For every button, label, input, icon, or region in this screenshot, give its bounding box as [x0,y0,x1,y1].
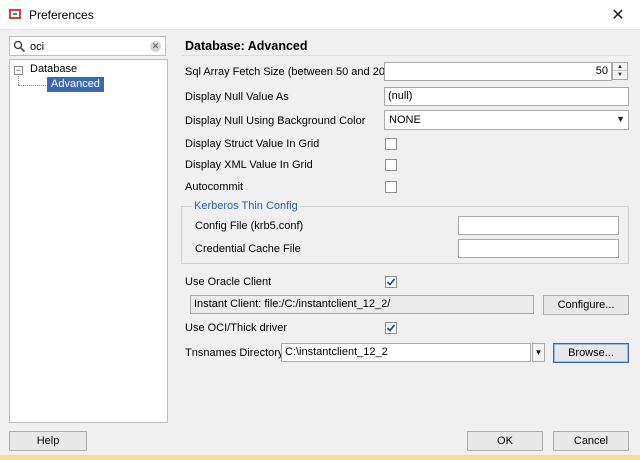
collapse-icon[interactable]: − [14,66,23,75]
title-bar: Preferences ✕ [0,0,640,30]
taskbar-strip [0,455,640,460]
tree-item-advanced[interactable]: Advanced [47,77,104,92]
search-icon [13,40,26,53]
tree-connector [18,76,19,85]
help-button[interactable]: Help [9,431,87,451]
oracle-client-checkbox[interactable] [385,276,397,288]
null-bg-value: NONE [389,114,421,126]
null-bg-label: Display Null Using Background Color [185,115,366,127]
tree-item-database[interactable]: Database [30,63,77,75]
struct-grid-checkbox[interactable] [385,138,397,150]
autocommit-label: Autocommit [185,181,244,193]
instant-client-field: Instant Client: file:/C:/instantclient_1… [190,295,534,314]
preferences-app-icon [9,9,21,19]
struct-grid-label: Display Struct Value In Grid [185,138,320,150]
fetch-size-spinner[interactable]: ▲ ▼ [612,62,628,80]
checkmark-icon [386,278,396,286]
ok-button[interactable]: OK [467,431,543,451]
browse-button[interactable]: Browse... [553,343,629,363]
oci-driver-label: Use OCI/Thick driver [185,322,288,334]
kerberos-group-title: Kerberos Thin Config [192,200,300,212]
cancel-button[interactable]: Cancel [553,431,629,451]
fetch-size-label: Sql Array Fetch Size (between 50 and 200… [185,66,395,78]
null-value-text: (null) [388,90,413,102]
config-file-input[interactable] [458,216,619,235]
null-value-input[interactable]: (null) [384,87,629,106]
close-icon: ✕ [611,7,625,24]
instant-client-text: Instant Client: file:/C:/instantclient_1… [194,298,391,310]
xml-grid-checkbox[interactable] [385,159,397,171]
fetch-size-value: 50 [595,65,608,77]
page-title: Database: Advanced [185,39,308,53]
tnsnames-value: C:\instantclient_12_2 [285,346,388,358]
oracle-client-label: Use Oracle Client [185,276,272,288]
window-title: Preferences [29,8,94,22]
preferences-tree: − Database Advanced [9,59,168,423]
configure-button[interactable]: Configure... [543,295,629,315]
config-file-label: Config File (krb5.conf) [195,220,304,232]
tree-connector [18,85,46,86]
oci-driver-checkbox[interactable] [385,322,397,334]
search-input[interactable] [30,40,140,53]
tnsnames-input[interactable]: C:\instantclient_12_2 [281,343,531,362]
null-bg-select[interactable]: NONE ▼ [384,110,629,130]
fetch-size-input[interactable]: 50 [384,62,612,81]
search-box[interactable]: ✕ [9,36,166,56]
null-value-label: Display Null Value As [185,91,289,103]
tnsnames-label: Tnsnames Directory [185,347,284,359]
cache-file-input[interactable] [458,239,619,258]
chevron-down-icon[interactable]: ▼ [532,343,545,362]
xml-grid-label: Display XML Value In Grid [185,159,313,171]
cache-file-label: Credential Cache File [195,243,301,255]
close-button[interactable]: ✕ [596,0,640,30]
clear-search-icon[interactable]: ✕ [150,41,161,52]
title-divider [182,55,632,56]
checkmark-icon [386,324,396,332]
autocommit-checkbox[interactable] [385,181,397,193]
spin-down-icon[interactable]: ▼ [613,71,627,79]
chevron-down-icon: ▼ [616,114,625,124]
tnsnames-combo[interactable]: C:\instantclient_12_2 ▼ [281,343,545,362]
spin-up-icon[interactable]: ▲ [613,63,627,71]
